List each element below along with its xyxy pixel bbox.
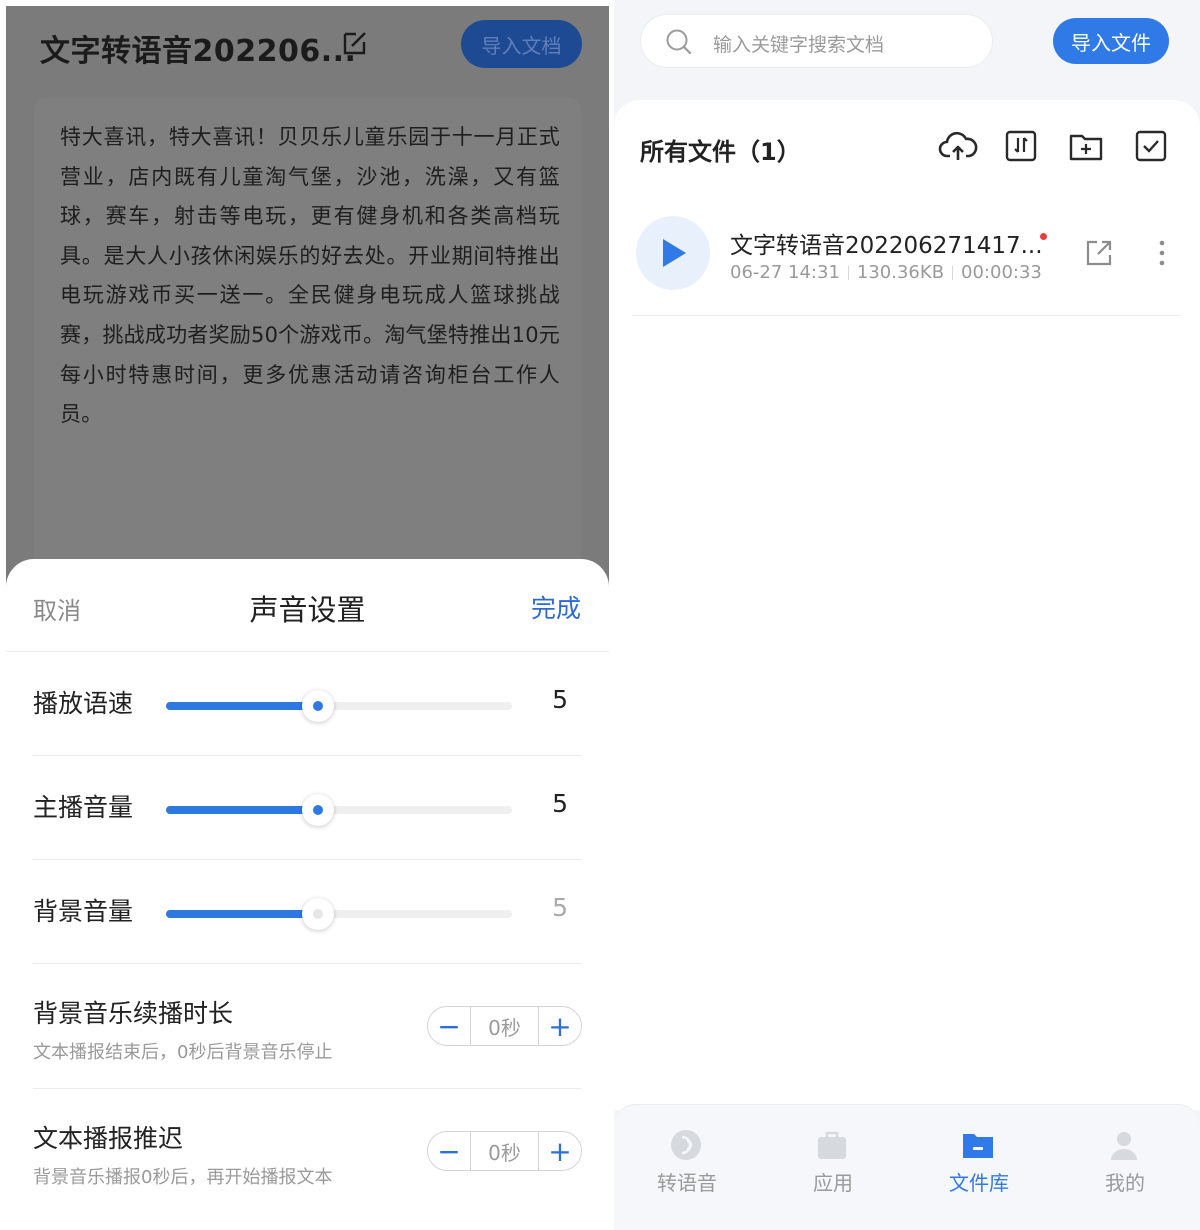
meta-divider — [847, 265, 849, 280]
slider-value: 5 — [552, 789, 568, 818]
tab-apps[interactable]: 应用 — [760, 1105, 906, 1230]
slider-label: 主播音量 — [33, 793, 134, 822]
text-delay-row: 文本播报推迟 背景音乐播报0秒后，再开始播报文本 − 0秒 + — [33, 1089, 582, 1214]
sort-icon[interactable] — [1001, 126, 1041, 166]
tab-voice[interactable]: 转语音 — [614, 1105, 760, 1230]
document-text[interactable]: 特大喜讯，特大喜讯！贝贝乐儿童乐园于十一月正式营业，店内既有儿童淘气堡，沙池，洗… — [60, 118, 560, 435]
screenshot-root: 文字转语音202206... 导入文档 特大喜讯，特大喜讯！贝贝乐儿童乐园于十一… — [0, 0, 1200, 1230]
stepper-description: 背景音乐播报0秒后，再开始播报文本 — [33, 1167, 333, 1188]
slider-label: 背景音量 — [33, 897, 134, 926]
stepper-description: 文本播报结束后，0秒后背景音乐停止 — [33, 1042, 333, 1063]
decrement-button[interactable]: − — [428, 1007, 470, 1045]
background-volume-slider[interactable] — [166, 898, 512, 930]
slider-fill — [166, 806, 319, 814]
tab-file-library[interactable]: 文件库 — [906, 1105, 1052, 1230]
bg-music-continue-row: 背景音乐续播时长 文本播报结束后，0秒后背景音乐停止 − 0秒 + — [33, 964, 582, 1089]
slider-label: 播放语速 — [33, 689, 134, 718]
person-icon — [1111, 1132, 1137, 1160]
sheet-title: 声音设置 — [6, 587, 609, 629]
file-name: 文字转语音202206271417... — [730, 233, 1043, 259]
import-document-button[interactable]: 导入文档 — [461, 20, 582, 68]
voice-icon — [671, 1130, 701, 1160]
increment-button[interactable]: + — [539, 1007, 581, 1045]
sheet-header: 取消 声音设置 完成 — [6, 559, 609, 652]
stepper-title: 文本播报推迟 — [33, 1124, 184, 1153]
stepper-title: 背景音乐续播时长 — [33, 999, 234, 1028]
file-meta: 06-27 14:31 130.36KB 00:00:33 — [730, 262, 1042, 283]
delay-stepper: − 0秒 + — [427, 1131, 582, 1171]
search-placeholder: 输入关键字搜索文档 — [713, 34, 885, 56]
file-duration: 00:00:33 — [961, 262, 1042, 283]
slider-thumb[interactable] — [302, 690, 335, 722]
files-card: 所有文件（1） 文字转语音202206271417... 06-27 14:31… — [614, 100, 1200, 1110]
folder-icon — [963, 1134, 993, 1158]
file-size: 130.36KB — [856, 262, 945, 283]
decrement-button[interactable]: − — [428, 1132, 470, 1170]
new-badge — [1040, 233, 1047, 240]
more-options-icon[interactable] — [1152, 238, 1172, 268]
increment-button[interactable]: + — [539, 1132, 581, 1170]
tab-label: 文件库 — [949, 1171, 1009, 1195]
slider-value: 5 — [552, 893, 568, 922]
share-icon[interactable] — [1084, 238, 1114, 268]
editor-screen: 文字转语音202206... 导入文档 特大喜讯，特大喜讯！贝贝乐儿童乐园于十一… — [6, 6, 609, 1224]
files-heading: 所有文件（1） — [640, 138, 801, 166]
done-button[interactable]: 完成 — [531, 589, 581, 625]
play-button[interactable] — [636, 216, 710, 290]
search-icon — [666, 29, 692, 55]
file-date: 06-27 14:31 — [730, 262, 840, 283]
tab-label: 转语音 — [657, 1171, 717, 1195]
search-input[interactable]: 输入关键字搜索文档 — [640, 14, 993, 68]
cloud-upload-icon[interactable] — [938, 126, 978, 166]
slider-thumb[interactable] — [302, 898, 335, 930]
meta-divider — [952, 265, 954, 280]
new-folder-icon[interactable] — [1066, 126, 1106, 166]
stepper-value[interactable]: 0秒 — [470, 1007, 539, 1045]
slider-row-host-volume: 主播音量 5 — [33, 756, 582, 860]
file-list-item[interactable]: 文字转语音202206271417... 06-27 14:31 130.36K… — [632, 212, 1180, 316]
bottom-tab-bar: 转语音 应用 文件库 我的 — [614, 1104, 1200, 1230]
slider-fill — [166, 910, 319, 918]
duration-stepper: − 0秒 + — [427, 1006, 582, 1046]
slider-row-speed: 播放语速 5 — [33, 652, 582, 756]
host-volume-slider[interactable] — [166, 794, 512, 826]
document-title: 文字转语音202206... — [40, 34, 357, 69]
slider-fill — [166, 702, 319, 710]
edit-icon[interactable] — [340, 28, 370, 58]
tab-label: 我的 — [1105, 1171, 1145, 1195]
select-icon[interactable] — [1131, 126, 1171, 166]
slider-row-bg-volume: 背景音量 5 — [33, 860, 582, 964]
import-file-button[interactable]: 导入文件 — [1053, 18, 1169, 64]
sound-settings-sheet: 取消 声音设置 完成 播放语速 5 主播音量 5 背景音量 5 背景音乐续播时长… — [6, 559, 609, 1224]
tab-label: 应用 — [813, 1171, 853, 1195]
play-icon — [663, 239, 686, 267]
tab-mine[interactable]: 我的 — [1052, 1105, 1198, 1230]
speed-slider[interactable] — [166, 690, 512, 722]
briefcase-icon — [818, 1131, 846, 1159]
sheet-title-text: 声音设置 — [249, 593, 366, 627]
slider-value: 5 — [552, 685, 568, 714]
file-library-screen: 输入关键字搜索文档 导入文件 所有文件（1） 文字转语音202206271417… — [614, 0, 1200, 1230]
stepper-value[interactable]: 0秒 — [470, 1132, 539, 1170]
slider-thumb[interactable] — [302, 794, 335, 826]
